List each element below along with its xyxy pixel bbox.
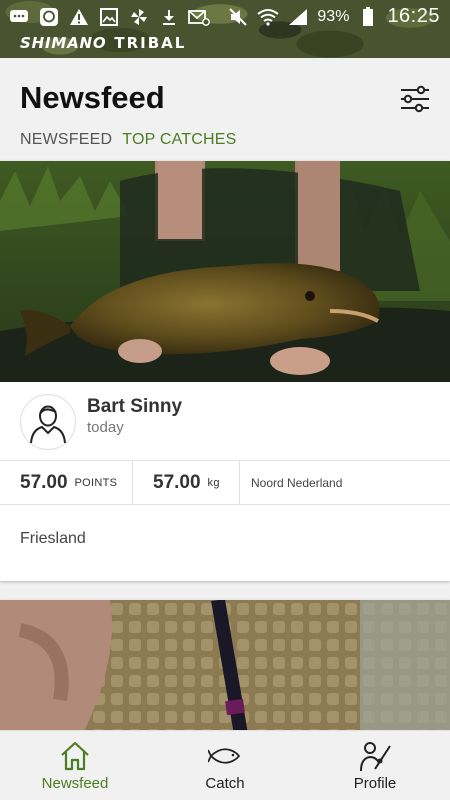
author-name[interactable]: Bart Sinny <box>87 396 182 418</box>
warning-icon <box>68 7 90 27</box>
points-value: 57.00 <box>20 471 68 493</box>
system-icons: 93% 16:25 <box>227 0 440 33</box>
battery-percent: 93% <box>317 7 350 25</box>
pinwheel-icon <box>128 7 150 27</box>
region-stat: Noord Nederland <box>240 461 450 504</box>
points-label: POINTS <box>74 476 118 489</box>
bottom-navigation: Newsfeed Catch Profile <box>0 730 450 800</box>
page-title: Newsfeed <box>20 80 165 115</box>
catch-photo-2[interactable] <box>0 600 450 740</box>
camo-header: 93% 16:25 SHIMANO TRIBAL <box>0 0 450 58</box>
battery-icon <box>357 6 379 27</box>
brand-name: SHIMANO <box>20 34 107 52</box>
catch-card[interactable]: Bart Sinny today 57.00 POINTS 57.00 kg N… <box>0 161 450 581</box>
nav-profile[interactable]: Profile <box>300 731 450 800</box>
avatar[interactable] <box>20 394 76 450</box>
catch-stats: 57.00 POINTS 57.00 kg Noord Nederland <box>0 460 450 505</box>
weight-stat: 57.00 kg <box>133 461 240 504</box>
catch-location: Friesland <box>20 530 86 547</box>
nav-catch-label: Catch <box>205 775 245 792</box>
notification-icons <box>0 7 210 27</box>
messenger-icon <box>38 7 60 27</box>
sliders-icon <box>401 85 429 113</box>
wifi-icon <box>257 7 280 27</box>
status-time: 16:25 <box>387 5 440 27</box>
page-header: Newsfeed NEWSFEED TOP CATCHES <box>0 58 450 161</box>
email-icon <box>188 7 210 27</box>
mute-icon <box>227 7 249 27</box>
catch-card-2[interactable] <box>0 600 450 740</box>
nav-newsfeed-label: Newsfeed <box>41 775 109 792</box>
filter-button[interactable] <box>398 82 432 116</box>
home-icon <box>59 739 91 773</box>
catch-photo[interactable] <box>0 161 450 382</box>
post-time: today <box>87 419 124 436</box>
tab-top-catches[interactable]: TOP CATCHES <box>122 131 236 149</box>
chat-icon <box>8 7 30 27</box>
user-avatar-icon <box>30 405 66 444</box>
fish-icon <box>208 739 242 773</box>
download-icon <box>158 7 180 27</box>
region-name: Noord Nederland <box>251 475 343 490</box>
points-stat: 57.00 POINTS <box>0 461 133 504</box>
status-bar: 93% 16:25 <box>0 0 450 33</box>
weight-value: 57.00 <box>153 471 201 493</box>
nav-newsfeed[interactable]: Newsfeed <box>0 731 150 800</box>
gallery-icon <box>98 7 120 27</box>
weight-unit: kg <box>207 476 220 489</box>
nav-profile-label: Profile <box>353 775 397 792</box>
angler-icon <box>358 739 392 773</box>
tab-newsfeed[interactable]: NEWSFEED <box>20 131 112 149</box>
brand-logo: SHIMANO TRIBAL <box>20 33 186 53</box>
nav-catch[interactable]: Catch <box>150 731 300 800</box>
catch-author: Bart Sinny today <box>0 382 450 460</box>
signal-icon <box>287 7 309 27</box>
feed-tabs: NEWSFEED TOP CATCHES <box>20 131 237 149</box>
brand-sub: TRIBAL <box>114 34 187 52</box>
